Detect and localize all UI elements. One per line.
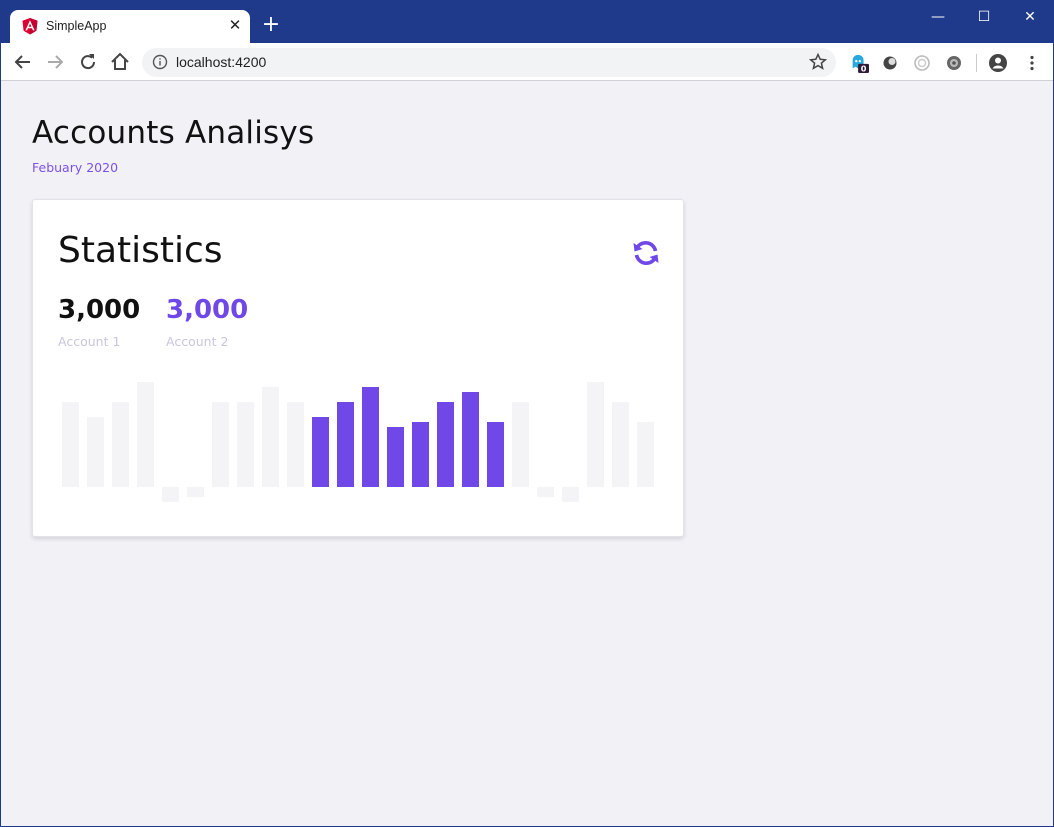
maximize-button[interactable]: ☐ (961, 5, 1007, 29)
chart-bar (462, 392, 479, 487)
chart-bar (262, 387, 279, 487)
browser-window: SimpleApp ✕ + — ☐ ✕ localhost:4200 0 Acc… (0, 0, 1054, 827)
chart-bar (162, 487, 179, 502)
extension-badge: 0 (861, 64, 867, 73)
bar-chart (62, 382, 654, 502)
home-icon[interactable] (108, 50, 132, 74)
browser-toolbar: localhost:4200 0 (1, 43, 1053, 81)
chart-bar (512, 402, 529, 487)
chart-bar (362, 387, 379, 487)
url-text[interactable]: localhost:4200 (176, 54, 266, 70)
chart-bar (562, 487, 579, 502)
chart-bar (87, 417, 104, 487)
chart-bar (212, 402, 229, 487)
bookmark-star-icon[interactable] (808, 52, 828, 72)
chart-bar (312, 417, 329, 487)
browser-tab[interactable]: SimpleApp ✕ (10, 10, 250, 43)
chart-bar (412, 422, 429, 487)
title-bar: SimpleApp ✕ + — ☐ ✕ (1, 1, 1053, 43)
chart-bar (387, 427, 404, 487)
chart-bar (187, 487, 204, 497)
ghost-extension-icon[interactable]: 0 (849, 53, 869, 73)
page-title: Accounts Analisys (32, 115, 315, 151)
profile-icon[interactable] (988, 53, 1008, 73)
statistics-card: Statistics 3,000 Account 1 3,000 Account… (32, 199, 684, 537)
forward-icon[interactable] (43, 50, 67, 74)
menu-kebab-icon[interactable] (1022, 53, 1042, 73)
close-window-button[interactable]: ✕ (1007, 5, 1053, 29)
chart-bar (337, 402, 354, 487)
chart-bar (112, 402, 129, 487)
address-bar[interactable]: localhost:4200 (142, 48, 836, 77)
minimize-button[interactable]: — (915, 5, 961, 29)
page-subtitle: Febuary 2020 (32, 160, 119, 175)
back-icon[interactable] (11, 50, 35, 74)
tab-close-icon[interactable]: ✕ (226, 16, 244, 34)
chart-bar (62, 402, 79, 487)
angular-icon (22, 18, 38, 35)
chart-bar (637, 422, 654, 487)
target-extension-icon[interactable] (912, 53, 932, 73)
chart-bar (612, 402, 629, 487)
chart-bar (437, 402, 454, 487)
chart-bar (237, 402, 254, 487)
info-icon[interactable] (152, 54, 168, 70)
chart-bar (487, 422, 504, 487)
toolbar-divider (976, 54, 977, 72)
chart-bar (587, 382, 604, 487)
chart-bar (137, 382, 154, 487)
settings-extension-icon[interactable] (944, 53, 964, 73)
tab-title: SimpleApp (46, 19, 107, 33)
chart-bar (537, 487, 554, 497)
dark-extension-icon[interactable] (880, 53, 900, 73)
reload-icon[interactable] (76, 50, 100, 74)
new-tab-button[interactable]: + (261, 14, 281, 36)
chart-bar (287, 402, 304, 487)
